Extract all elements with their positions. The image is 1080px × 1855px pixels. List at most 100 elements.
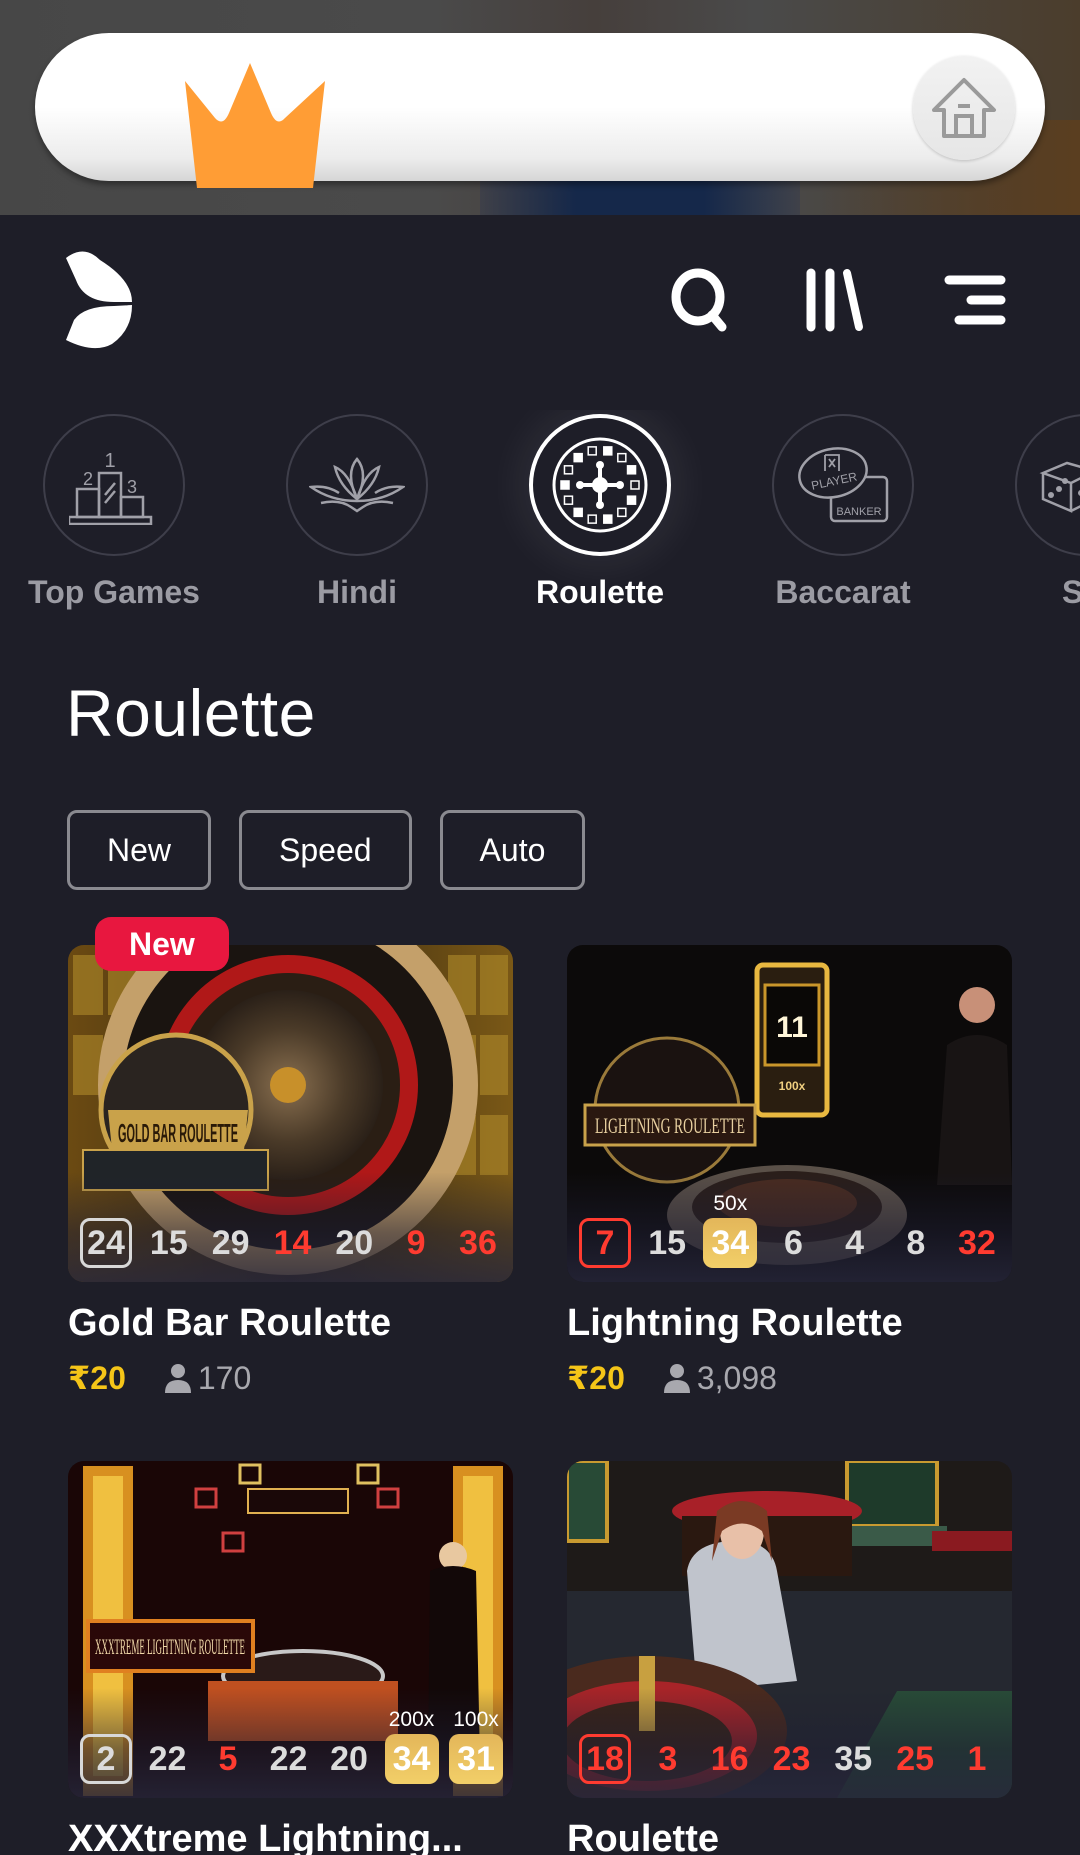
home-bar[interactable] <box>35 33 1045 188</box>
banker-text: BANKER <box>836 506 881 518</box>
banner-backdrop <box>480 180 800 215</box>
category-carousel[interactable]: 1 2 3 Top Games Hindi Roulette BANKER PL… <box>0 410 1080 610</box>
result-value: 15 <box>149 1223 188 1262</box>
category-baccarat[interactable]: BANKER PLAYER Baccarat <box>743 410 943 610</box>
result-value: 16 <box>710 1739 749 1778</box>
roulette-wheel-icon <box>552 437 648 533</box>
category-label: Baccarat <box>775 574 911 610</box>
user-icon <box>663 1364 690 1393</box>
result-value: 25 <box>896 1739 935 1778</box>
wheel-pocket <box>617 507 627 518</box>
result-number: 22 <box>143 1734 193 1784</box>
category-top-games[interactable]: 1 2 3 Top Games <box>14 410 214 610</box>
multiplier-label: 100x <box>453 1708 499 1731</box>
wheel-pocket <box>563 465 574 475</box>
menu-icon <box>944 275 1006 325</box>
podium-icon: 1 2 3 <box>69 450 153 525</box>
category-icon-circle <box>1015 414 1080 556</box>
min-bet: ₹20 <box>567 1360 625 1396</box>
game-title: XXXtreme Lightning... <box>68 1818 463 1855</box>
result-value: 2 <box>96 1739 116 1778</box>
game-thumbnail[interactable]: GOLD BAR ROULETTE 24 15 29 14 20 9 36 <box>68 945 513 1282</box>
filter-speed[interactable]: Speed <box>239 810 412 890</box>
wheel-pocket <box>587 446 597 456</box>
game-thumbnail[interactable]: XXXTREME LIGHTNING ROULETTE 2 22 5 22 20 34 20… <box>68 1461 513 1798</box>
result-value: 14 <box>273 1223 312 1262</box>
wheel-pocket <box>573 507 583 518</box>
game-meta: ₹20 170 <box>68 1359 513 1397</box>
section-title: Roulette <box>66 676 316 750</box>
result-number: 3 <box>643 1734 693 1784</box>
result-number: 29 <box>206 1218 256 1268</box>
category-icon-circle <box>529 414 671 556</box>
result-value: 5 <box>218 1739 238 1778</box>
category-hindi[interactable]: Hindi <box>257 410 457 610</box>
search-icon <box>671 268 727 332</box>
result-value: 7 <box>595 1223 615 1262</box>
result-value: 32 <box>958 1223 996 1262</box>
library-button[interactable] <box>800 265 872 335</box>
filter-new[interactable]: New <box>67 810 212 890</box>
lucky-number-result: 31 100x <box>449 1708 503 1784</box>
search-button[interactable] <box>665 265 737 335</box>
menu-button[interactable] <box>938 265 1010 335</box>
game-card-xxxtreme-lightning-roulette[interactable]: XXXTREME LIGHTNING ROULETTE 2 22 5 22 20 34 20… <box>68 1461 513 1855</box>
recent-results: 2 22 5 22 20 34 200x 31 100x <box>80 1708 503 1786</box>
result-value: 22 <box>269 1739 308 1778</box>
category-roulette[interactable]: Roulette <box>500 410 700 610</box>
home-button[interactable] <box>913 56 1015 160</box>
result-number: 22 <box>264 1734 314 1784</box>
wheel-pocket <box>603 514 613 524</box>
result-number: 15 <box>642 1218 692 1268</box>
result-value: 29 <box>211 1223 250 1262</box>
game-card-roulette[interactable]: 18 3 16 23 35 25 1 Roulette <box>567 1461 1012 1855</box>
game-thumbnail[interactable]: 11 100x LIGHTNING ROULETTE 7 15 34 50x 6 4 8 32 <box>567 945 1012 1282</box>
result-number: 8 <box>891 1218 941 1268</box>
player-count-value: 170 <box>197 1359 252 1396</box>
result-value: 8 <box>906 1223 926 1262</box>
wheel-pocket <box>563 495 574 505</box>
recent-results: 7 15 34 50x 6 4 8 32 <box>579 1192 1002 1270</box>
result-number: 36 <box>453 1218 503 1268</box>
wheel-pocket <box>617 452 627 463</box>
svg-text:3: 3 <box>127 477 137 497</box>
player-count: 3,098 <box>663 1360 777 1397</box>
game-card-gold-bar-roulette[interactable]: GOLD BAR ROULETTE 24 15 29 14 20 9 36 Gold Bar… <box>68 945 513 1397</box>
result-number: 9 <box>391 1218 441 1268</box>
result-value: 18 <box>586 1739 624 1778</box>
svg-text:2: 2 <box>83 469 93 489</box>
category-label: Sic <box>1061 574 1080 610</box>
result-number: 4 <box>830 1218 880 1268</box>
artwork-multiplier: 100x <box>779 1079 806 1093</box>
game-title: Gold Bar Roulette <box>68 1302 392 1344</box>
wheel-pocket <box>626 465 637 475</box>
game-title: Roulette <box>567 1818 719 1855</box>
filter-auto[interactable]: Auto <box>439 810 586 890</box>
result-value: 35 <box>834 1739 873 1778</box>
wheel-pocket <box>603 446 613 456</box>
game-title: Lightning Roulette <box>567 1302 903 1344</box>
user-icon <box>164 1364 191 1393</box>
svg-text:1: 1 <box>104 450 115 472</box>
result-value: 34 <box>392 1739 431 1778</box>
latest-result: 24 <box>80 1218 132 1268</box>
result-number: 32 <box>952 1218 1002 1268</box>
result-number: 20 <box>329 1218 379 1268</box>
app-header <box>0 215 1080 385</box>
latest-result: 7 <box>579 1218 631 1268</box>
game-thumbnail[interactable]: 18 3 16 23 35 25 1 <box>567 1461 1012 1798</box>
wheel-pocket <box>573 452 583 463</box>
result-value: 9 <box>406 1223 426 1262</box>
category-icon-circle: 1 2 3 <box>43 414 185 556</box>
multiplier-label: 200x <box>388 1708 435 1731</box>
result-value: 24 <box>87 1223 125 1262</box>
category-sic-bo[interactable]: Sic <box>986 410 1080 610</box>
game-card-lightning-roulette[interactable]: 11 100x LIGHTNING ROULETTE 7 15 34 50x 6 4 8 32… <box>567 945 1012 1397</box>
wheel-pocket <box>560 480 570 490</box>
result-number: 23 <box>766 1734 816 1784</box>
wheel-pocket <box>587 514 597 524</box>
result-number: 35 <box>828 1734 878 1784</box>
recent-results: 24 15 29 14 20 9 36 <box>80 1216 503 1270</box>
player-count-value: 3,098 <box>696 1359 777 1396</box>
brand-logo[interactable] <box>64 250 140 350</box>
